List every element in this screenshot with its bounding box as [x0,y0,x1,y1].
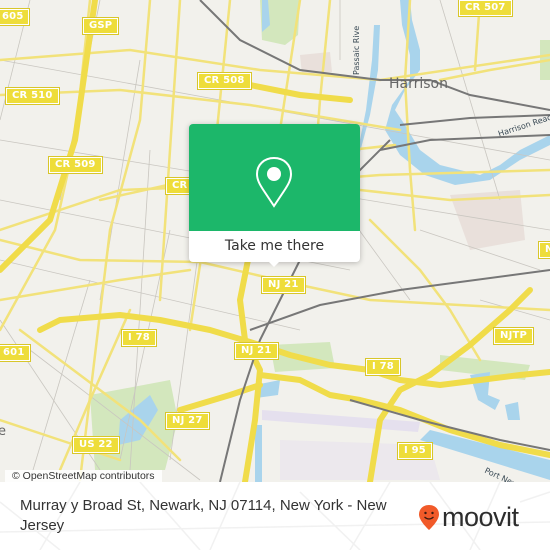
road-shield-nj-partial: N [538,241,550,259]
road-shield-nj27: NJ 27 [165,412,210,430]
road-shield-cr508: CR 508 [197,72,252,90]
popup-header [189,124,360,231]
road-shield-cr507: CR 507 [458,0,513,17]
road-shield-cr510: CR 510 [5,87,60,105]
road-shield-cr601: 601 [0,344,32,362]
map-view[interactable]: 605 GSP CR 510 CR 508 CR 509 CR CR 507 N… [0,0,550,482]
road-shield-nj21-top: NJ 21 [261,276,306,294]
gsp-highway [0,0,98,273]
road-shield-cr509: CR 509 [48,156,103,174]
water-label-passaic: Passaic Rive [352,25,361,75]
map-attribution[interactable]: © OpenStreetMap contributors [5,470,162,482]
popup-pointer [267,260,281,267]
map-pin-icon [255,156,293,208]
footer: Murray y Broad St, Newark, NJ 07114, New… [0,482,550,550]
moovit-logo[interactable]: moovit [418,502,519,532]
take-me-there-button[interactable]: Take me there [189,231,360,262]
moovit-pin-icon [419,504,439,530]
moovit-wordmark: moovit [442,502,519,532]
road-shield-i78-left: I 78 [121,329,157,347]
place-label-harrison: Harrison [389,76,448,92]
place-label-partial: e [0,424,6,439]
location-popup[interactable]: Take me there [189,124,360,267]
road-shield-i78-right: I 78 [365,358,401,376]
road-shield-gsp: GSP [81,17,120,35]
road-shield-nj21-bottom: NJ 21 [234,342,279,360]
road-shield-us22: US 22 [72,436,120,454]
road-shield-i95: I 95 [397,442,433,460]
address-text: Murray y Broad St, Newark, NJ 07114, New… [20,497,387,534]
road-shield-njtp: NJTP [492,327,535,345]
road-shield-cr605: 605 [0,8,31,26]
